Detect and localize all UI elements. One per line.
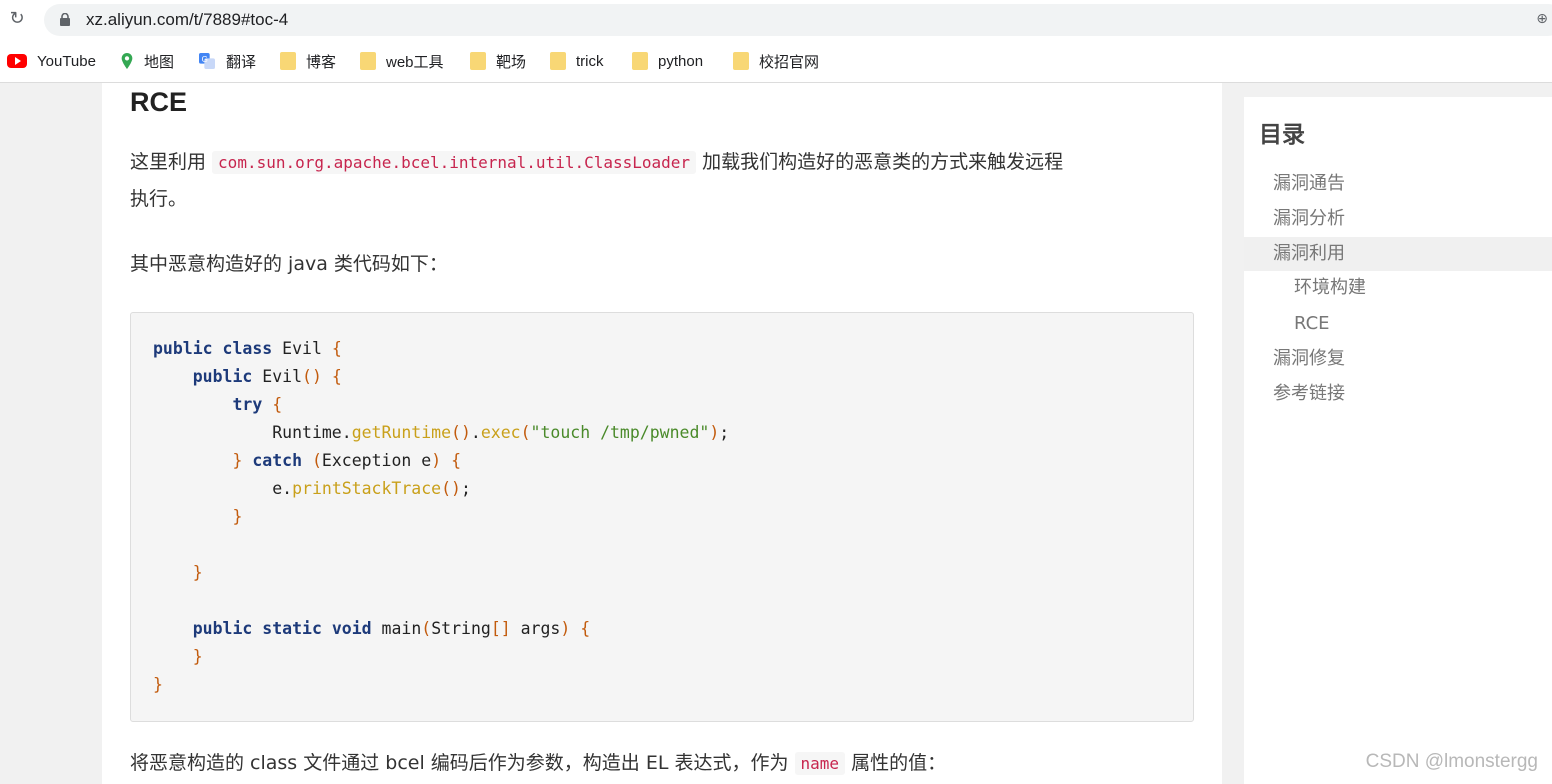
bookmark-folder-webtools[interactable]: web工具: [360, 50, 444, 72]
zoom-icon[interactable]: ⊕: [1536, 11, 1548, 27]
paragraph-java-code-intro: 其中恶意构造好的 java 类代码如下：: [130, 253, 448, 275]
paragraph-text: 属性的值：: [845, 752, 947, 774]
svg-text:G: G: [202, 55, 208, 64]
paragraph-rce-intro: 这里利用 com.sun.org.apache.bcel.internal.ut…: [130, 144, 1063, 217]
translate-icon: G: [199, 53, 215, 69]
toc-item-label: 漏洞修复: [1273, 348, 1345, 369]
url-text[interactable]: xz.aliyun.com/t/7889#toc-4: [86, 9, 288, 31]
bookmark-label: web工具: [386, 53, 444, 71]
paragraph-text: 执行。: [130, 188, 188, 210]
bookmark-label: 靶场: [496, 53, 527, 71]
browser-toolbar: ↻ xz.aliyun.com/t/7889#toc-4 ⊕: [0, 0, 1552, 40]
address-bar[interactable]: xz.aliyun.com/t/7889#toc-4 ⊕: [44, 4, 1552, 36]
toc-item-label: 参考链接: [1273, 383, 1345, 404]
folder-icon: [550, 52, 566, 70]
bookmark-label: 校招官网: [759, 53, 820, 71]
toc-item-analysis[interactable]: 漏洞分析: [1244, 202, 1552, 236]
inline-code-classloader: com.sun.org.apache.bcel.internal.util.Cl…: [212, 151, 697, 174]
toc-item-references[interactable]: 参考链接: [1244, 377, 1552, 411]
reload-icon[interactable]: ↻: [6, 8, 28, 30]
toc-item-label: 漏洞利用: [1273, 243, 1345, 264]
paragraph-el-expression: 将恶意构造的 class 文件通过 bcel 编码后作为参数，构造出 EL 表达…: [130, 745, 946, 782]
bookmark-label: YouTube: [37, 52, 96, 70]
article-content: RCE 这里利用 com.sun.org.apache.bcel.interna…: [102, 83, 1222, 784]
toc-item-environment[interactable]: 环境构建: [1244, 271, 1552, 305]
maps-pin-icon: [121, 53, 133, 69]
bookmarks-bar: YouTube 地图 G 翻译 博客 web工具 靶场 trick python …: [0, 40, 1552, 83]
bookmark-youtube[interactable]: YouTube: [7, 50, 96, 72]
toc-item-advisory[interactable]: 漏洞通告: [1244, 167, 1552, 201]
bookmark-maps[interactable]: 地图: [120, 50, 174, 72]
folder-icon: [280, 52, 296, 70]
toc-item-rce[interactable]: RCE: [1244, 307, 1552, 341]
folder-icon: [632, 52, 648, 70]
lock-icon: [60, 13, 70, 26]
toc-title: 目录: [1259, 122, 1305, 148]
code-block[interactable]: public class Evil { public Evil() { try …: [130, 312, 1194, 722]
folder-icon: [470, 52, 486, 70]
bookmark-label: 地图: [144, 53, 175, 71]
bookmark-folder-campus[interactable]: 校招官网: [733, 50, 819, 72]
bookmark-translate[interactable]: G 翻译: [198, 50, 256, 72]
bookmark-folder-range[interactable]: 靶场: [470, 50, 526, 72]
csdn-watermark: CSDN @lmonstergg: [1365, 751, 1538, 772]
java-code: public class Evil { public Evil() { try …: [153, 339, 730, 694]
bookmark-folder-python[interactable]: python: [632, 50, 703, 72]
toc-sidebar: 目录 漏洞通告 漏洞分析 漏洞利用 环境构建 RCE 漏洞修复 参考链接: [1244, 97, 1552, 784]
bookmark-label: python: [658, 52, 704, 70]
section-heading: RCE: [130, 87, 188, 117]
folder-icon: [733, 52, 749, 70]
bookmark-folder-blog[interactable]: 博客: [280, 50, 336, 72]
toc-item-label: 漏洞通告: [1273, 173, 1345, 194]
bookmark-label: 博客: [306, 53, 337, 71]
toc-item-fix[interactable]: 漏洞修复: [1244, 342, 1552, 376]
inline-code-name: name: [794, 752, 846, 775]
bookmark-label: 翻译: [226, 53, 257, 71]
toc-item-exploit[interactable]: 漏洞利用: [1244, 237, 1552, 271]
folder-icon: [360, 52, 376, 70]
paragraph-text: 将恶意构造的 class 文件通过 bcel 编码后作为参数，构造出 EL 表达…: [130, 752, 795, 774]
paragraph-text: 加载我们构造好的恶意类的方式来触发远程: [696, 151, 1064, 173]
bookmark-folder-trick[interactable]: trick: [550, 50, 604, 72]
paragraph-text: 这里利用: [130, 151, 213, 173]
toc-item-label: RCE: [1294, 313, 1330, 334]
youtube-icon: [7, 54, 27, 68]
toc-item-label: 环境构建: [1294, 277, 1366, 298]
bookmark-label: trick: [576, 52, 604, 70]
toc-item-label: 漏洞分析: [1273, 208, 1345, 229]
